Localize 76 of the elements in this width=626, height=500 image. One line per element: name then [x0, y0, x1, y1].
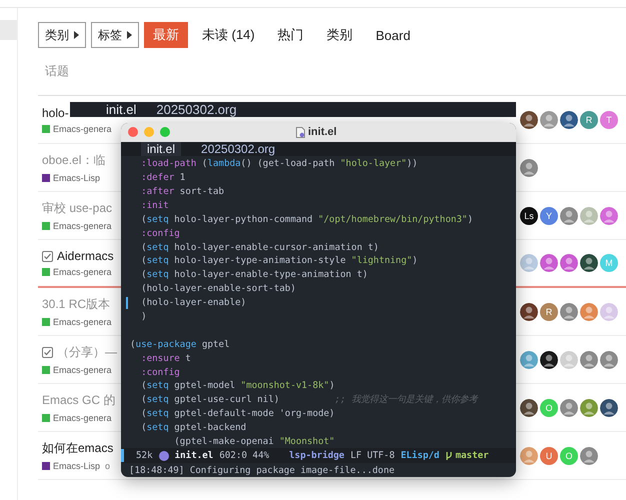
code-line: :after sort-tab — [140, 186, 224, 197]
code-line: (setq holo-layer-python-command "/opt/homebrew/bin/python3") — [140, 214, 474, 225]
topic-title[interactable]: oboe.el：临 — [42, 152, 106, 169]
editor-tab[interactable]: init.el — [141, 142, 182, 156]
status-item: lsp-bridge — [289, 450, 344, 462]
branch-icon — [445, 450, 454, 461]
topic-title[interactable]: 如何在emacs — [42, 440, 114, 457]
category-label[interactable]: Emacs-genera — [53, 413, 112, 423]
code-line: (setq gptel-backend — [140, 422, 246, 434]
status-item: master — [455, 450, 489, 462]
filter-dropdown[interactable]: 标签 — [91, 22, 139, 48]
avatar[interactable] — [520, 398, 538, 416]
nav-tab[interactable]: Board — [366, 22, 420, 48]
topic-title[interactable]: Emacs GC 的 — [42, 392, 116, 409]
topic-title[interactable]: 审校 use-pac — [42, 200, 112, 217]
code-line: :init — [140, 200, 169, 211]
zoom-button[interactable] — [160, 127, 170, 138]
avatar[interactable]: Ls — [520, 206, 538, 224]
filter-dropdown[interactable]: 类别 — [38, 22, 86, 48]
code-line: :config — [140, 228, 180, 239]
code-line: :config — [140, 366, 180, 378]
category-label[interactable]: Emacs-genera — [53, 267, 112, 277]
category-label[interactable]: Emacs-genera — [53, 221, 112, 231]
close-button[interactable] — [128, 127, 138, 138]
avatar[interactable] — [520, 110, 538, 128]
window-title: init.el — [308, 126, 337, 138]
avatar[interactable]: Y — [540, 206, 558, 224]
topic-tag[interactable]: o — [105, 461, 110, 471]
avatar[interactable]: U — [540, 446, 558, 464]
avatar[interactable] — [520, 302, 538, 320]
code-line: (setq gptel-default-mode 'org-mode) — [140, 408, 335, 420]
code-line: (setq holo-layer-enable-type-animation t) — [140, 269, 368, 280]
code-line: ) — [140, 310, 147, 322]
avatar[interactable] — [560, 110, 578, 128]
topic-title[interactable]: holo- — [42, 106, 69, 120]
status-item: ELisp/d — [400, 450, 440, 462]
avatar[interactable]: R — [540, 302, 558, 320]
code-line: (holo-layer-enable) — [140, 297, 246, 308]
editor-tab[interactable]: init.el — [106, 102, 136, 117]
topic-title[interactable]: （分享）— — [57, 344, 117, 361]
category-label[interactable]: Emacs-genera — [53, 124, 112, 134]
nav-tab[interactable]: 未读 (14) — [193, 22, 264, 48]
column-header: 话题 — [45, 63, 69, 80]
code-line: (setq holo-layer-type-animation-style "lightning") — [140, 255, 418, 266]
editor-tab[interactable]: 20250302.org — [195, 142, 282, 156]
nav-tab[interactable]: 热门 — [268, 22, 313, 48]
status-item: 52k — [136, 450, 153, 462]
category-label[interactable]: Emacs-genera — [53, 365, 112, 375]
elisp-icon — [158, 450, 169, 461]
editor-tab[interactable]: 20250302.org — [156, 102, 237, 117]
status-item: 602:0 44% — [219, 450, 270, 462]
status-item: init.el — [174, 450, 214, 462]
avatar[interactable]: R — [580, 110, 598, 128]
nav-tab[interactable]: 最新 — [144, 22, 188, 48]
category-label[interactable]: Emacs-genera — [53, 317, 112, 327]
code-line: (setq gptel-model "moonshot-v1-8k") — [140, 380, 335, 392]
category-label[interactable]: Emacs-Lisp — [53, 461, 100, 471]
avatar[interactable] — [540, 350, 558, 368]
avatar[interactable] — [600, 398, 618, 416]
caret-icon — [127, 31, 132, 39]
category-label[interactable]: Emacs-Lisp — [53, 173, 100, 183]
code-line: :defer 1 — [140, 172, 186, 184]
caret-icon — [74, 31, 79, 39]
code-line: (setq holo-layer-enable-cursor-animation t) — [140, 242, 379, 252]
status-item: LF UTF-8 — [350, 450, 395, 462]
avatar[interactable] — [580, 254, 598, 272]
code-line: (holo-layer-enable-sort-tab) — [140, 283, 296, 294]
echo-message: [18:48:49] Configuring package image-file...done — [129, 464, 395, 476]
topic-title[interactable]: Aidermacs — [57, 249, 114, 263]
code-line: :load-path (lambda() (get-load-path "holo-layer")) — [140, 158, 418, 170]
nav-tab[interactable]: 类别 — [318, 22, 362, 48]
code-line: :ensure t — [140, 352, 191, 364]
topic-title[interactable]: 30.1 RC版本 — [42, 296, 110, 313]
code-line: (use-package gptel — [130, 338, 230, 350]
file-icon — [296, 126, 305, 138]
code-line: (gptel-make-openai "Moonshot" — [173, 436, 335, 447]
